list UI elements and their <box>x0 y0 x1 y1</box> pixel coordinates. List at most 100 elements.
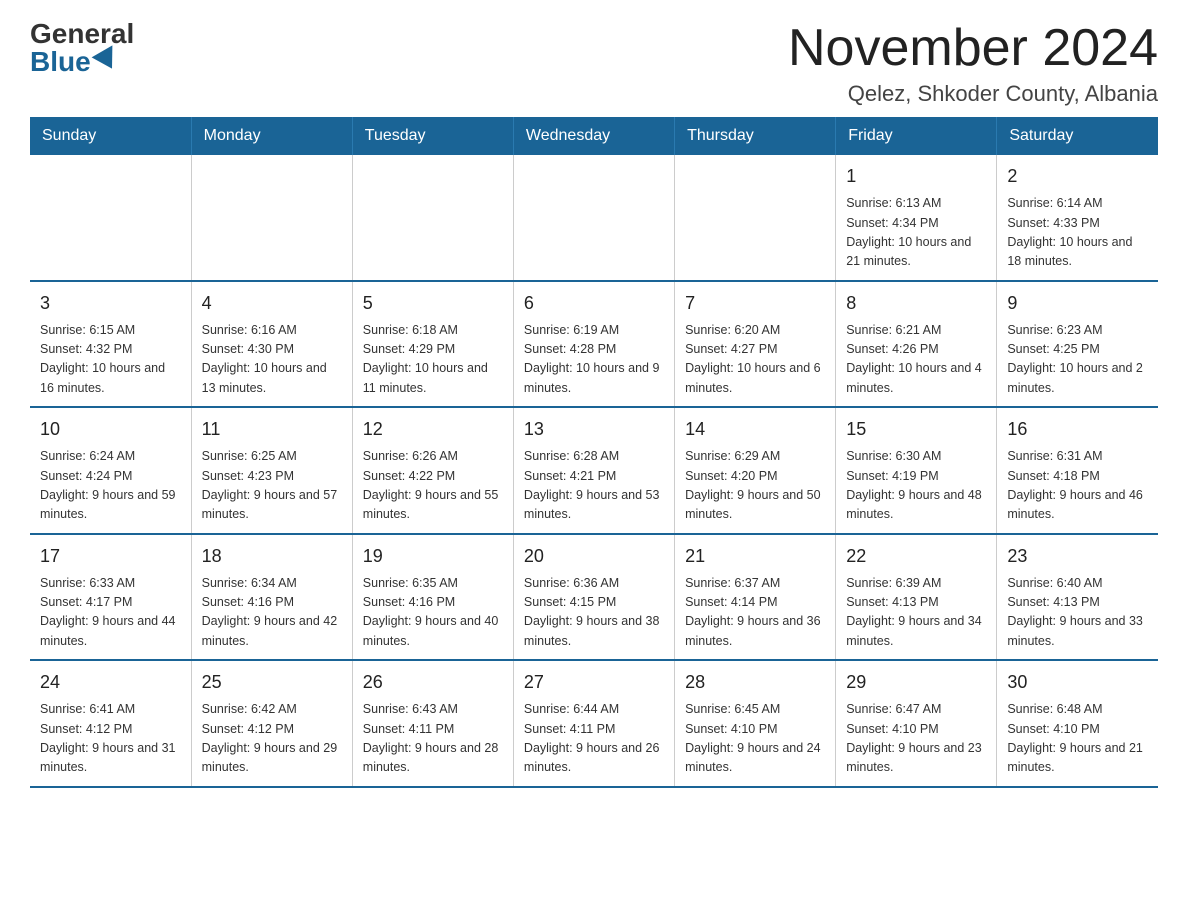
calendar-cell: 26 Sunrise: 6:43 AM Sunset: 4:11 PM Dayli… <box>352 660 513 787</box>
calendar-cell: 27 Sunrise: 6:44 AM Sunset: 4:11 PM Dayli… <box>513 660 674 787</box>
day-info: Sunrise: 6:37 AM Sunset: 4:14 PM Dayligh… <box>685 574 825 652</box>
calendar-cell: 30Sunrise: 6:48 AM Sunset: 4:10 PM Dayli… <box>997 660 1158 787</box>
day-number: 3 <box>40 290 181 317</box>
calendar-cell <box>191 155 352 281</box>
day-info: Sunrise: 6:41 AM Sunset: 4:12 PM Dayligh… <box>40 700 181 778</box>
calendar-cell: 24 Sunrise: 6:41 AM Sunset: 4:12 PM Dayli… <box>30 660 191 787</box>
day-info: Sunrise: 6:23 AM Sunset: 4:25 PM Dayligh… <box>1007 321 1148 399</box>
title-block: November 2024 Qelez, Shkoder County, Alb… <box>788 20 1158 107</box>
day-number: 14 <box>685 416 825 443</box>
header-day-friday: Friday <box>836 117 997 155</box>
day-number: 20 <box>524 543 664 570</box>
day-number: 9 <box>1007 290 1148 317</box>
calendar-cell: 17 Sunrise: 6:33 AM Sunset: 4:17 PM Dayli… <box>30 534 191 661</box>
calendar-cell: 9 Sunrise: 6:23 AM Sunset: 4:25 PM Daylig… <box>997 281 1158 408</box>
week-row-4: 17 Sunrise: 6:33 AM Sunset: 4:17 PM Dayli… <box>30 534 1158 661</box>
day-info: Sunrise: 6:43 AM Sunset: 4:11 PM Dayligh… <box>363 700 503 778</box>
calendar-cell: 25 Sunrise: 6:42 AM Sunset: 4:12 PM Dayli… <box>191 660 352 787</box>
header-day-thursday: Thursday <box>675 117 836 155</box>
day-number: 1 <box>846 163 986 190</box>
day-info: Sunrise: 6:25 AM Sunset: 4:23 PM Dayligh… <box>202 447 342 525</box>
day-number: 12 <box>363 416 503 443</box>
day-number: 15 <box>846 416 986 443</box>
day-number: 8 <box>846 290 986 317</box>
calendar-cell <box>513 155 674 281</box>
day-number: 19 <box>363 543 503 570</box>
calendar-cell: 22 Sunrise: 6:39 AM Sunset: 4:13 PM Dayli… <box>836 534 997 661</box>
day-info: Sunrise: 6:31 AM Sunset: 4:18 PM Dayligh… <box>1007 447 1148 525</box>
day-info: Sunrise: 6:42 AM Sunset: 4:12 PM Dayligh… <box>202 700 342 778</box>
header-day-wednesday: Wednesday <box>513 117 674 155</box>
calendar-cell: 5Sunrise: 6:18 AM Sunset: 4:29 PM Daylig… <box>352 281 513 408</box>
day-number: 18 <box>202 543 342 570</box>
header-row: SundayMondayTuesdayWednesdayThursdayFrid… <box>30 117 1158 155</box>
header-day-sunday: Sunday <box>30 117 191 155</box>
calendar-body: 1 Sunrise: 6:13 AM Sunset: 4:34 PM Daylig… <box>30 155 1158 787</box>
calendar-cell: 19Sunrise: 6:35 AM Sunset: 4:16 PM Dayli… <box>352 534 513 661</box>
day-info: Sunrise: 6:44 AM Sunset: 4:11 PM Dayligh… <box>524 700 664 778</box>
calendar-cell: 7Sunrise: 6:20 AM Sunset: 4:27 PM Daylig… <box>675 281 836 408</box>
day-number: 25 <box>202 669 342 696</box>
calendar-cell: 23Sunrise: 6:40 AM Sunset: 4:13 PM Dayli… <box>997 534 1158 661</box>
header-day-saturday: Saturday <box>997 117 1158 155</box>
day-number: 21 <box>685 543 825 570</box>
calendar-table: SundayMondayTuesdayWednesdayThursdayFrid… <box>30 117 1158 788</box>
day-info: Sunrise: 6:18 AM Sunset: 4:29 PM Dayligh… <box>363 321 503 399</box>
calendar-cell <box>675 155 836 281</box>
calendar-cell: 21 Sunrise: 6:37 AM Sunset: 4:14 PM Dayli… <box>675 534 836 661</box>
day-number: 27 <box>524 669 664 696</box>
calendar-cell: 6 Sunrise: 6:19 AM Sunset: 4:28 PM Daylig… <box>513 281 674 408</box>
day-info: Sunrise: 6:16 AM Sunset: 4:30 PM Dayligh… <box>202 321 342 399</box>
day-number: 11 <box>202 416 342 443</box>
day-info: Sunrise: 6:13 AM Sunset: 4:34 PM Dayligh… <box>846 194 986 272</box>
day-info: Sunrise: 6:26 AM Sunset: 4:22 PM Dayligh… <box>363 447 503 525</box>
calendar-cell: 2 Sunrise: 6:14 AM Sunset: 4:33 PM Daylig… <box>997 155 1158 281</box>
day-info: Sunrise: 6:15 AM Sunset: 4:32 PM Dayligh… <box>40 321 181 399</box>
logo-general-text: General <box>30 20 134 48</box>
calendar-cell: 12 Sunrise: 6:26 AM Sunset: 4:22 PM Dayli… <box>352 407 513 534</box>
logo-triangle-icon <box>91 45 122 74</box>
day-info: Sunrise: 6:24 AM Sunset: 4:24 PM Dayligh… <box>40 447 181 525</box>
day-info: Sunrise: 6:36 AM Sunset: 4:15 PM Dayligh… <box>524 574 664 652</box>
calendar-cell: 16Sunrise: 6:31 AM Sunset: 4:18 PM Dayli… <box>997 407 1158 534</box>
calendar-cell: 15 Sunrise: 6:30 AM Sunset: 4:19 PM Dayli… <box>836 407 997 534</box>
calendar-cell: 18 Sunrise: 6:34 AM Sunset: 4:16 PM Dayli… <box>191 534 352 661</box>
logo: General Blue <box>30 20 134 76</box>
day-number: 29 <box>846 669 986 696</box>
main-title: November 2024 <box>788 20 1158 77</box>
calendar-cell: 1 Sunrise: 6:13 AM Sunset: 4:34 PM Daylig… <box>836 155 997 281</box>
calendar-cell <box>352 155 513 281</box>
day-info: Sunrise: 6:48 AM Sunset: 4:10 PM Dayligh… <box>1007 700 1148 778</box>
day-info: Sunrise: 6:30 AM Sunset: 4:19 PM Dayligh… <box>846 447 986 525</box>
week-row-2: 3 Sunrise: 6:15 AM Sunset: 4:32 PM Daylig… <box>30 281 1158 408</box>
calendar-cell: 14 Sunrise: 6:29 AM Sunset: 4:20 PM Dayli… <box>675 407 836 534</box>
day-info: Sunrise: 6:28 AM Sunset: 4:21 PM Dayligh… <box>524 447 664 525</box>
day-info: Sunrise: 6:33 AM Sunset: 4:17 PM Dayligh… <box>40 574 181 652</box>
day-number: 2 <box>1007 163 1148 190</box>
day-info: Sunrise: 6:14 AM Sunset: 4:33 PM Dayligh… <box>1007 194 1148 272</box>
calendar-cell: 13Sunrise: 6:28 AM Sunset: 4:21 PM Dayli… <box>513 407 674 534</box>
day-number: 28 <box>685 669 825 696</box>
day-info: Sunrise: 6:19 AM Sunset: 4:28 PM Dayligh… <box>524 321 664 399</box>
subtitle: Qelez, Shkoder County, Albania <box>788 81 1158 107</box>
week-row-3: 10 Sunrise: 6:24 AM Sunset: 4:24 PM Dayli… <box>30 407 1158 534</box>
day-number: 6 <box>524 290 664 317</box>
calendar-header: SundayMondayTuesdayWednesdayThursdayFrid… <box>30 117 1158 155</box>
day-number: 22 <box>846 543 986 570</box>
day-info: Sunrise: 6:34 AM Sunset: 4:16 PM Dayligh… <box>202 574 342 652</box>
day-number: 26 <box>363 669 503 696</box>
calendar-cell: 28Sunrise: 6:45 AM Sunset: 4:10 PM Dayli… <box>675 660 836 787</box>
calendar-cell: 11 Sunrise: 6:25 AM Sunset: 4:23 PM Dayli… <box>191 407 352 534</box>
day-number: 10 <box>40 416 181 443</box>
day-number: 24 <box>40 669 181 696</box>
day-info: Sunrise: 6:21 AM Sunset: 4:26 PM Dayligh… <box>846 321 986 399</box>
calendar-cell: 20 Sunrise: 6:36 AM Sunset: 4:15 PM Dayli… <box>513 534 674 661</box>
calendar-cell: 29Sunrise: 6:47 AM Sunset: 4:10 PM Dayli… <box>836 660 997 787</box>
calendar-cell: 4Sunrise: 6:16 AM Sunset: 4:30 PM Daylig… <box>191 281 352 408</box>
day-number: 17 <box>40 543 181 570</box>
header-day-tuesday: Tuesday <box>352 117 513 155</box>
day-info: Sunrise: 6:39 AM Sunset: 4:13 PM Dayligh… <box>846 574 986 652</box>
header-day-monday: Monday <box>191 117 352 155</box>
calendar-cell: 8 Sunrise: 6:21 AM Sunset: 4:26 PM Daylig… <box>836 281 997 408</box>
day-info: Sunrise: 6:29 AM Sunset: 4:20 PM Dayligh… <box>685 447 825 525</box>
